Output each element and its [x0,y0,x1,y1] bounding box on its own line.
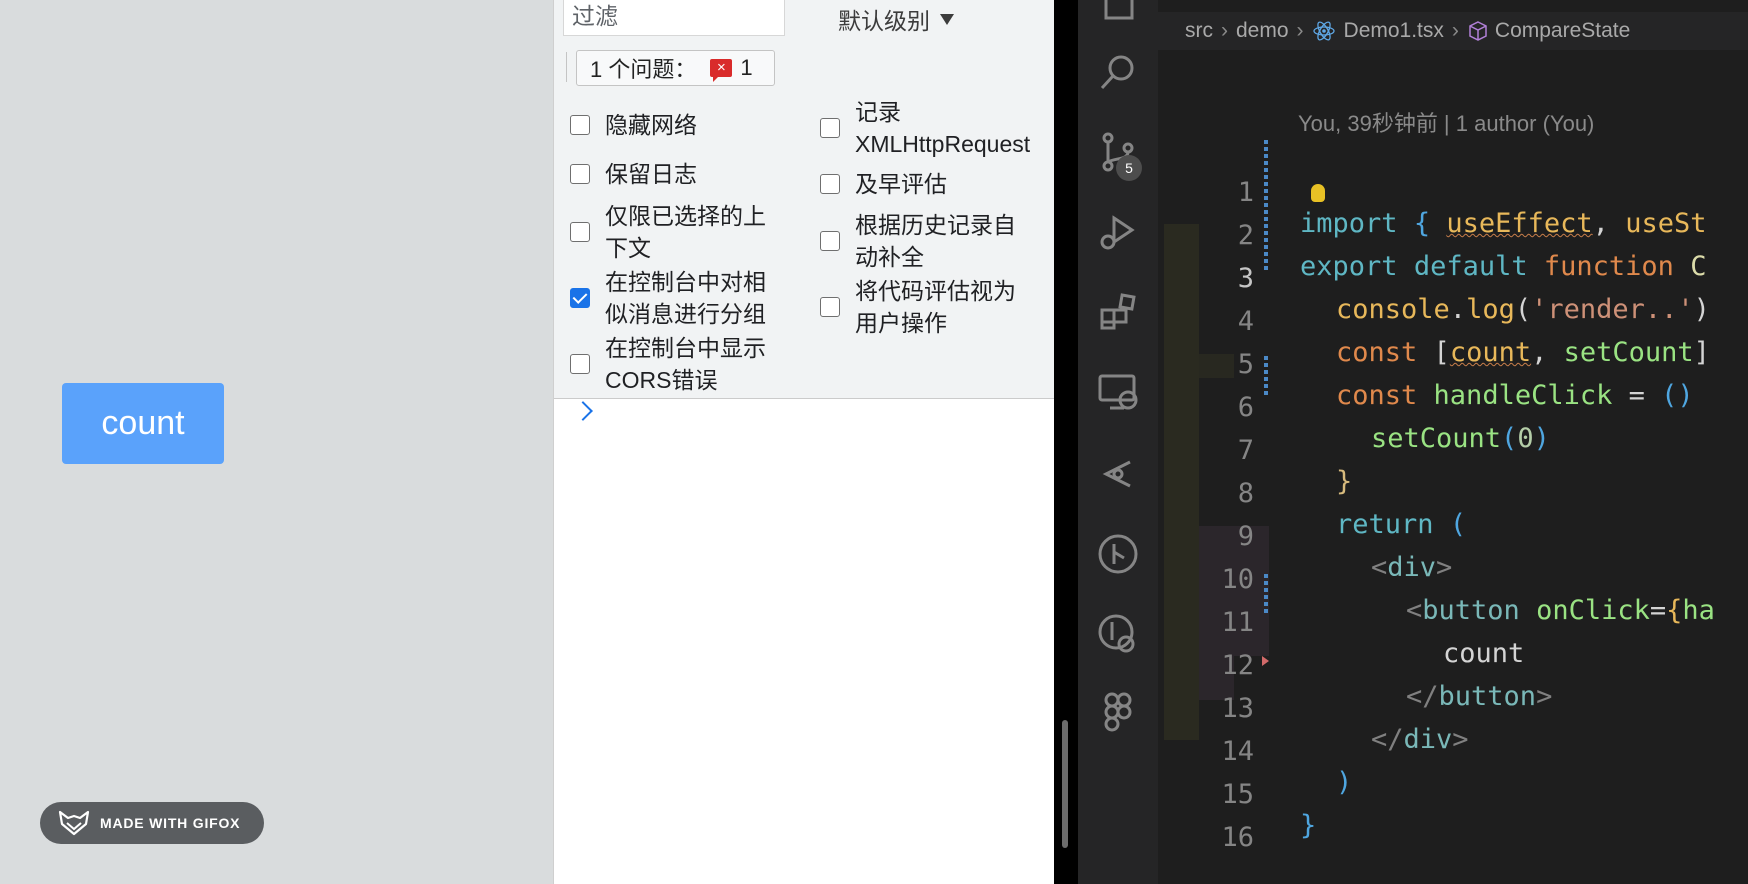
gitlens-icon[interactable] [1094,450,1142,498]
extensions-icon[interactable] [1094,288,1142,336]
checkbox[interactable] [570,115,590,135]
code-editor[interactable]: src › demo › Demo1.tsx › CompareState Yo… [1158,0,1748,884]
page-preview: count MADE WITH GIFOX [0,0,553,884]
issues-label: 1 个问题： [590,57,697,82]
gifox-label: MADE WITH GIFOX [100,815,241,831]
fox-logo-icon [58,810,90,836]
setting-eager-eval[interactable]: 及早评估 [820,168,947,200]
source-control-badge: 5 [1116,155,1142,181]
code-line: 6 setCount(0) [1158,355,1748,454]
setting-label: 及早评估 [855,171,947,197]
remote-explorer-icon[interactable] [1094,368,1142,416]
setting-user-gesture[interactable]: 将代码评估视为 用户操作 [820,275,1016,339]
setting-group-similar[interactable]: 在控制台中对相 似消息进行分组 [570,266,766,330]
setting-preserve-log[interactable]: 保留日志 [570,158,697,190]
setting-log-xhr[interactable]: 记录 XMLHttpRequest [820,96,1030,160]
checkbox[interactable] [820,231,840,251]
setting-label: 仅限已选择的上 下文 [605,203,766,261]
issues-count: 1 [740,55,753,80]
log-level-label: 默认级别 [838,8,930,34]
line-number: 16 [1221,822,1254,853]
breadcrumb-src[interactable]: src [1185,19,1213,43]
scrollbar[interactable] [1062,720,1068,848]
code-line: 15 } [1158,742,1748,841]
setting-hide-network[interactable]: 隐藏网络 [570,109,697,141]
console-prompt-chevron-icon[interactable] [573,401,593,421]
setting-label: 将代码评估视为 用户操作 [855,278,1016,336]
code-line: 2 export default function C [1158,183,1748,282]
log-level-select[interactable]: 默认级别 [838,2,954,36]
setting-autocomplete-history[interactable]: 根据历史记录自 动补全 [820,209,1016,273]
code-line: 10 <button onClick={ha [1158,527,1748,626]
breadcrumb-demo[interactable]: demo [1236,19,1289,43]
code-line: 14 ) [1158,699,1748,798]
setting-label: 在控制台中显示 CORS错误 [605,335,766,393]
checkbox[interactable] [820,118,840,138]
git-graph-icon[interactable] [1094,530,1142,578]
setting-label: 记录 XMLHttpRequest [855,99,1031,157]
checkbox[interactable] [820,297,840,317]
breadcrumb-symbol[interactable]: CompareState [1495,19,1630,43]
setting-cors-errors[interactable]: 在控制台中显示 CORS错误 [570,332,766,396]
gifox-watermark: MADE WITH GIFOX [40,802,264,844]
console-settings: 隐藏网络 记录 XMLHttpRequest 保留日志 及早评估 仅限已选择的上… [554,96,1054,399]
code-line: 11 count [1158,570,1748,669]
breadcrumb: src › demo › Demo1.tsx › CompareState [1158,12,1748,50]
chevron-right-icon: › [1296,19,1304,42]
search-icon[interactable] [1094,48,1142,96]
setting-label: 根据历史记录自 动补全 [855,212,1016,270]
checkbox[interactable] [570,164,590,184]
code-line: 9 <div> [1158,484,1748,583]
toolbar-divider [566,52,567,82]
caret-down-icon [940,13,954,25]
code-line: 7 } [1158,398,1748,497]
lightbulb-icon[interactable] [1311,184,1325,202]
checkbox-checked[interactable] [570,288,590,308]
code-line: 12 </button> [1158,613,1748,712]
filter-input[interactable] [563,0,785,36]
git-history-icon[interactable] [1094,610,1142,658]
code-line: 8 return ( [1158,441,1748,540]
code-line: 3 console.log('render..') [1158,226,1748,325]
setting-label: 隐藏网络 [605,112,697,138]
code-line: 16 [1158,785,1748,853]
code-line: 13 </div> [1158,656,1748,755]
devtools-console-panel: 默认级别 1 个问题： × 1 隐藏网络 记录 XMLHttpRequest 保… [553,0,1054,884]
code-line: 4 const [count, setCount] [1158,269,1748,368]
console-toolbar: 默认级别 1 个问题： × 1 [554,0,1054,97]
issues-button[interactable]: 1 个问题： × 1 [576,50,775,86]
explorer-icon[interactable] [1094,0,1142,26]
code-line: 1 import { useEffect, useSt [1158,140,1748,239]
activity-bar [1078,0,1158,884]
setting-selected-context[interactable]: 仅限已选择的上 下文 [570,200,766,264]
checkbox[interactable] [570,222,590,242]
setting-label: 在控制台中对相 似消息进行分组 [605,269,766,327]
error-badge-icon: × [710,59,733,82]
checkbox[interactable] [820,174,840,194]
react-icon [1312,21,1335,41]
symbol-cube-icon [1469,21,1487,41]
chevron-right-icon: › [1221,19,1228,42]
checkbox[interactable] [570,354,590,374]
chevron-right-icon: › [1451,19,1459,42]
figma-icon[interactable] [1094,688,1142,736]
breadcrumb-file[interactable]: Demo1.tsx [1344,19,1444,43]
count-button[interactable]: count [62,383,224,464]
setting-label: 保留日志 [605,161,697,187]
code-line: 5 const handleClick = () [1158,312,1748,411]
run-debug-icon[interactable] [1094,208,1142,256]
git-blame-codelens[interactable]: You, 39秒钟前 | 1 author (You) [1298,106,1594,138]
